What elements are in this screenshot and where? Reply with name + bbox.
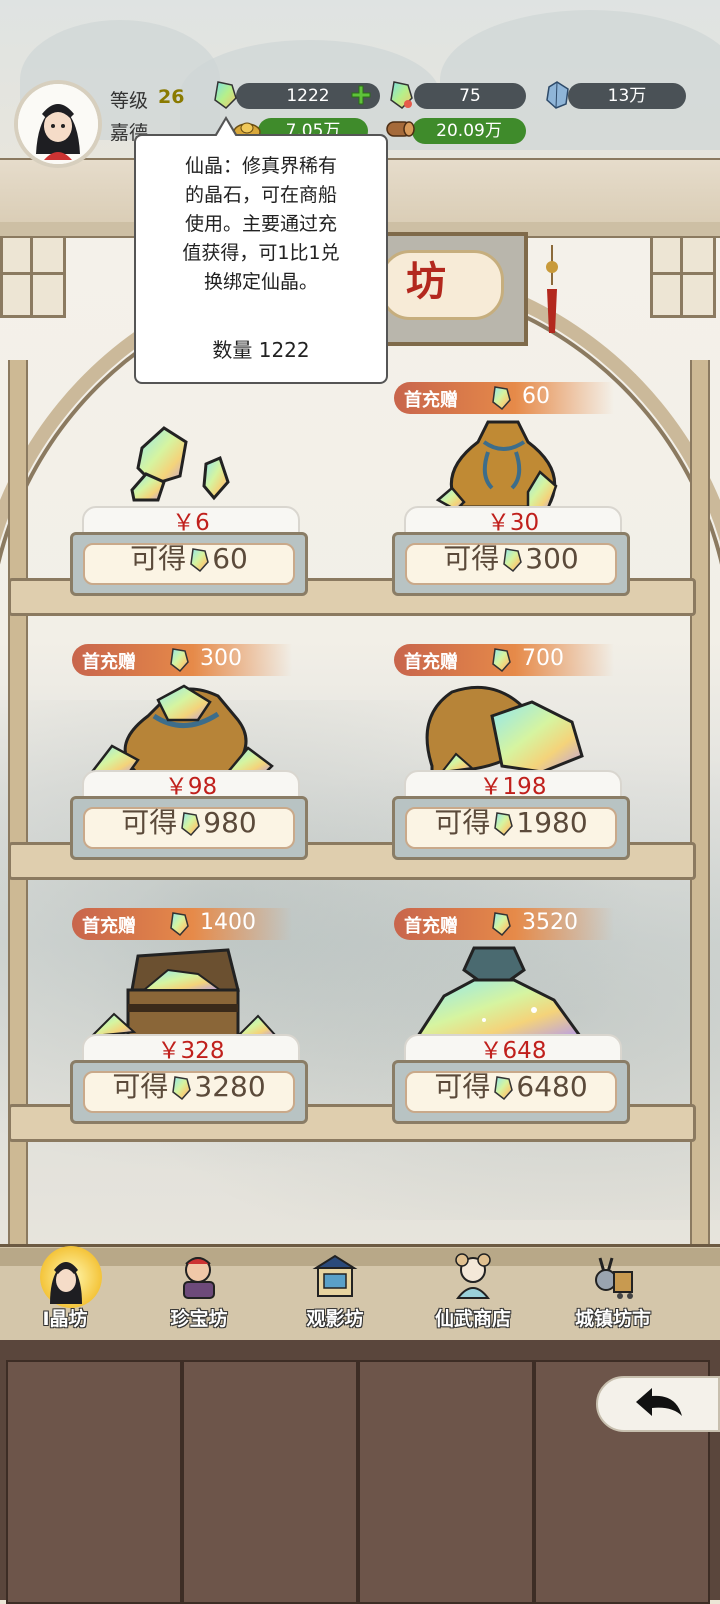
currency-spirit-stone-pill[interactable]: 13万 <box>568 83 686 109</box>
gain-prefix: 可得 <box>434 1070 491 1103</box>
rainbow-crystal-icon <box>503 548 523 573</box>
currency-xianjing-value: 1222 <box>286 86 330 106</box>
nav-label: 仙武商店 <box>434 1308 511 1330</box>
rainbow-crystal-bound-icon <box>390 81 413 109</box>
rainbow-crystal-icon <box>492 648 511 673</box>
tooltip-line: 值获得，可1比1兑 <box>182 242 340 264</box>
crystal-pouch-art <box>435 420 558 512</box>
gain-prefix: 可得 <box>434 806 491 839</box>
bonus-label: 首充赠 <box>404 390 458 411</box>
nav-tab-town-market[interactable]: 城镇坊市 <box>548 1246 678 1338</box>
rainbow-crystal-icon <box>170 912 189 937</box>
first-charge-bonus-badge: 首充赠 3520 <box>394 908 614 940</box>
player-avatar[interactable] <box>14 80 102 168</box>
rainbow-crystal-icon <box>494 1076 514 1101</box>
product-buy-button[interactable]: 可得 60 <box>70 532 308 596</box>
nav-label: 珍宝坊 <box>170 1308 228 1330</box>
signboard-text: 坊 <box>406 258 446 305</box>
gain-prefix: 可得 <box>443 542 500 575</box>
nav-label: 观影坊 <box>306 1308 364 1330</box>
first-charge-bonus-badge: 首充赠 300 <box>72 644 292 676</box>
gain-prefix: 可得 <box>121 806 178 839</box>
nav-tab-martial-shop[interactable]: 仙武商店 <box>408 1246 538 1338</box>
tooltip-quantity: 数量 1222 <box>212 338 310 362</box>
gain-value: 3280 <box>194 1070 266 1103</box>
rainbow-crystal-icon <box>181 812 201 837</box>
bonus-value: 60 <box>522 384 550 409</box>
tooltip-line: 的晶石，可在商船 <box>184 184 337 206</box>
town-market-icon <box>595 1257 633 1299</box>
product-buy-button[interactable]: 可得 1980 <box>392 796 630 860</box>
tooltip-description: 仙晶：修真界稀有 的晶石，可在商船 使用。主要通过充 值获得，可1比1兑 换绑定… <box>150 152 372 297</box>
level-label: 等级 <box>110 90 149 112</box>
tooltip-line: 换绑定仙晶。 <box>203 271 318 293</box>
open-crystal-pouch-art <box>89 684 274 776</box>
tooltip-arrow-fill <box>216 120 236 137</box>
treasure-shop-icon <box>183 1257 215 1299</box>
rainbow-crystal-icon <box>214 81 237 109</box>
wood-plank <box>6 1360 182 1604</box>
treasure-chest-art <box>89 948 278 1038</box>
product-buy-button[interactable]: 可得 6480 <box>392 1060 630 1124</box>
lattice-window-left <box>0 232 66 318</box>
back-button[interactable] <box>596 1376 720 1432</box>
crystal-mountain-vase-art <box>415 946 583 1038</box>
big-crystal-sack-art <box>425 685 584 774</box>
wood-plank <box>182 1360 358 1604</box>
wood-plank <box>358 1360 534 1604</box>
crystal-shop-icon <box>50 1262 82 1304</box>
avatar-portrait-icon <box>18 84 98 164</box>
martial-shop-icon <box>455 1253 491 1299</box>
gain-value: 1980 <box>516 806 588 839</box>
nav-label: I晶坊 <box>42 1308 88 1330</box>
rainbow-crystal-icon <box>170 648 189 673</box>
bonus-value: 300 <box>200 646 242 671</box>
rainbow-crystal-icon <box>494 812 514 837</box>
currency-spirit-stone-value: 13万 <box>607 86 647 106</box>
gain-value: 300 <box>525 542 579 575</box>
gain-prefix: 可得 <box>130 542 187 575</box>
bonus-label: 首充赠 <box>404 916 458 937</box>
level-value: 26 <box>158 86 185 108</box>
bonus-value: 3520 <box>522 910 578 935</box>
bonus-label: 首充赠 <box>82 652 136 673</box>
crystal-pile-small-art <box>130 426 230 502</box>
nav-label: 城镇坊市 <box>574 1308 651 1330</box>
add-currency-icon[interactable] <box>350 84 372 106</box>
product-buy-button[interactable]: 可得 300 <box>392 532 630 596</box>
blue-crystal-icon <box>546 81 569 109</box>
gain-value: 980 <box>203 806 257 839</box>
rainbow-crystal-icon <box>492 386 511 411</box>
currency-bound-xianjing-pill[interactable]: 75 <box>414 83 526 109</box>
rainbow-crystal-icon <box>172 1076 192 1101</box>
nav-tab-treasure-shop[interactable]: 珍宝坊 <box>134 1246 264 1338</box>
bonus-value: 700 <box>522 646 564 671</box>
first-charge-bonus-badge: 首充赠 60 <box>394 382 614 414</box>
gain-value: 6480 <box>516 1070 588 1103</box>
wood-log-icon <box>386 121 415 137</box>
first-charge-bonus-badge: 首充赠 700 <box>394 644 614 676</box>
product-buy-button[interactable]: 可得 980 <box>70 796 308 860</box>
tooltip-line: 仙晶：修真界稀有 <box>184 155 337 177</box>
rainbow-crystal-icon <box>492 912 511 937</box>
theater-shop-icon <box>312 1254 358 1297</box>
bonus-label: 首充赠 <box>82 916 136 937</box>
red-tassel-icon <box>546 245 558 333</box>
lattice-window-right <box>650 232 716 318</box>
gain-value: 60 <box>212 542 248 575</box>
gain-prefix: 可得 <box>112 1070 169 1103</box>
rainbow-crystal-icon <box>190 548 210 573</box>
bonus-label: 首充赠 <box>404 652 458 673</box>
nav-tab-theater-shop[interactable]: 观影坊 <box>270 1246 400 1338</box>
currency-wood-value: 20.09万 <box>436 121 502 141</box>
currency-wood-pill[interactable]: 20.09万 <box>412 118 526 144</box>
nav-tab-crystal-shop[interactable]: I晶坊 <box>0 1246 130 1338</box>
bonus-value: 1400 <box>200 910 256 935</box>
product-buy-button[interactable]: 可得 3280 <box>70 1060 308 1124</box>
back-arrow-icon <box>636 1388 682 1416</box>
first-charge-bonus-badge: 首充赠 1400 <box>72 908 292 940</box>
currency-bound-xianjing-value: 75 <box>459 86 481 106</box>
tooltip-line: 使用。主要通过充 <box>184 213 337 235</box>
